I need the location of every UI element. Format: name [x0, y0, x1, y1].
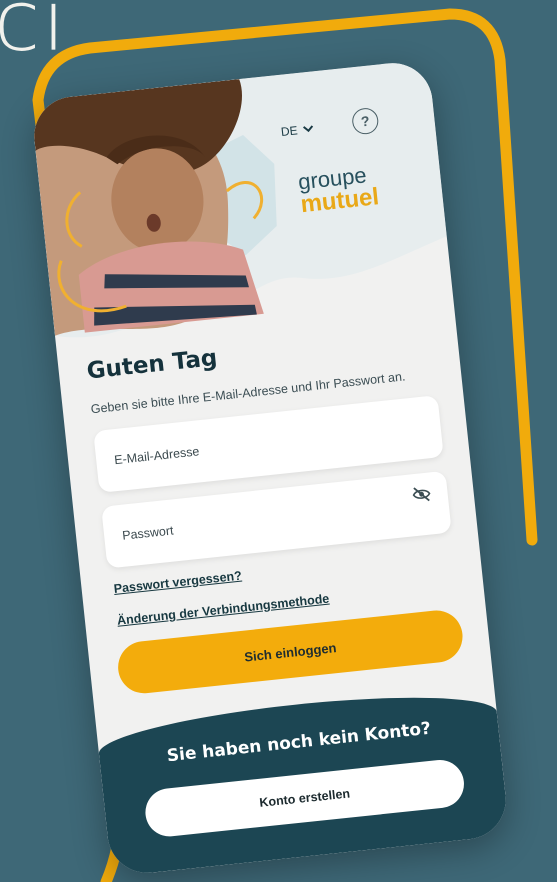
login-button-label: Sich einloggen	[243, 639, 338, 665]
background-headline: ci	[0, 0, 68, 70]
login-screen: DE ? groupe mutuel Guten Tag Geben sie b…	[30, 59, 510, 877]
password-placeholder: Passwort	[121, 523, 175, 543]
question-circle-icon: ?	[360, 112, 371, 130]
eye-off-icon[interactable]	[411, 484, 433, 504]
phone-mockup: DE ? groupe mutuel Guten Tag Geben sie b…	[30, 59, 510, 877]
create-account-label: Konto erstellen	[258, 786, 351, 810]
create-account-button[interactable]: Konto erstellen	[143, 757, 467, 839]
chevron-down-icon	[302, 125, 313, 133]
login-form: Guten Tag Geben sie bitte Ihre E-Mail-Ad…	[86, 323, 466, 696]
signup-footer: Sie haben noch kein Konto? Konto erstell…	[95, 683, 510, 877]
email-placeholder: E-Mail-Adresse	[113, 444, 201, 468]
language-label: DE	[280, 123, 299, 139]
